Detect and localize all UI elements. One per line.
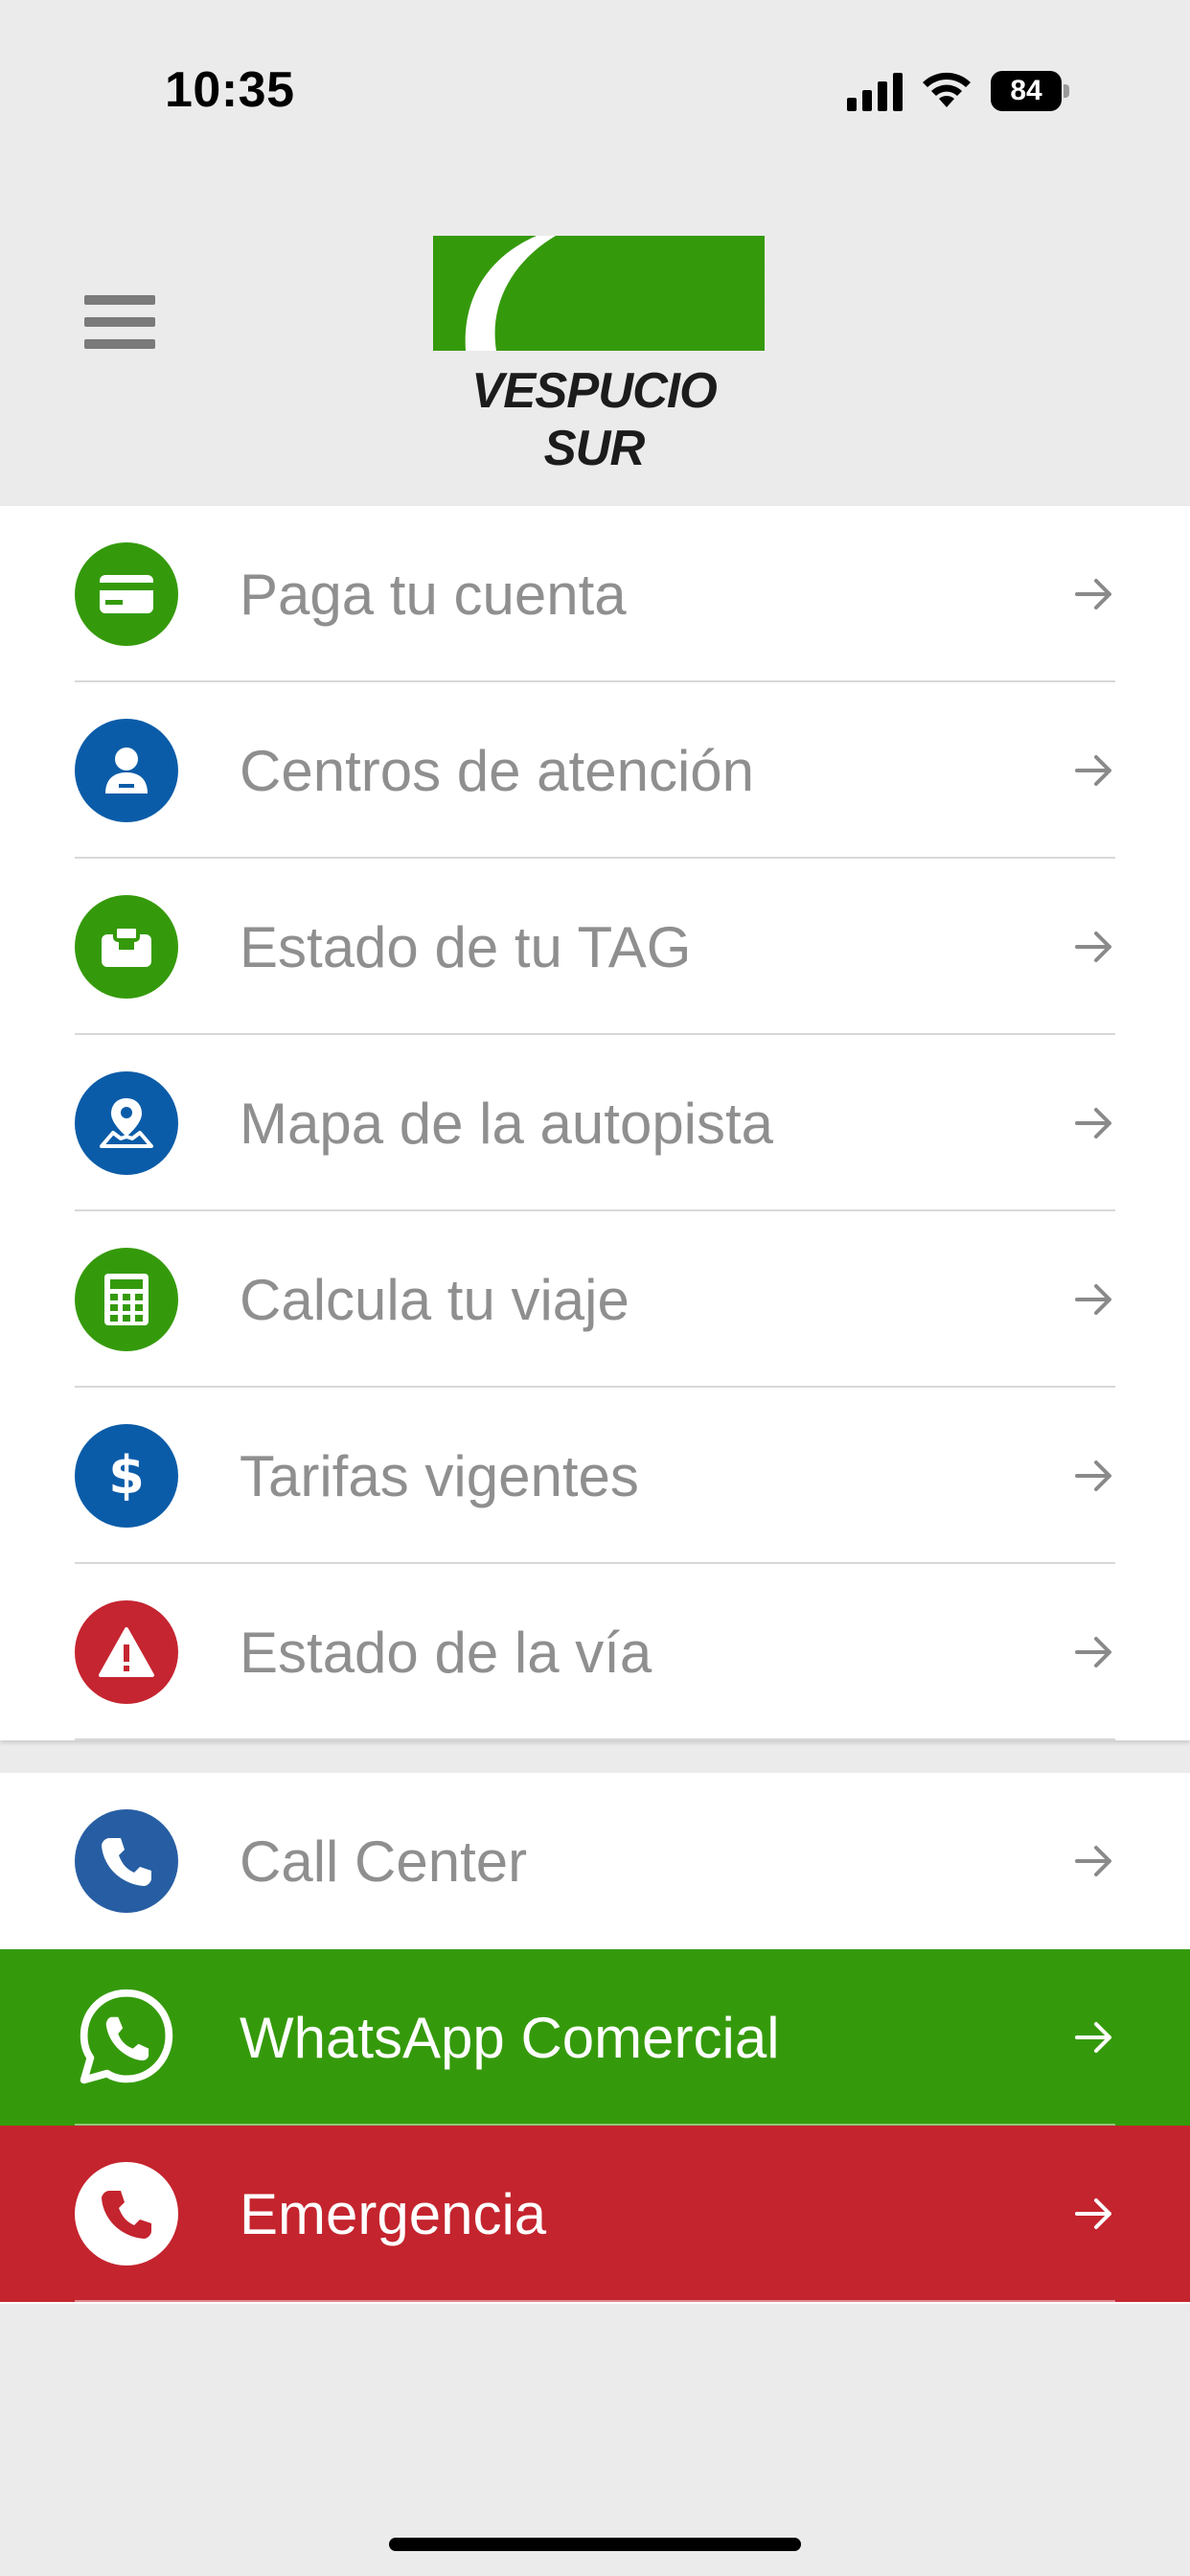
menu-item-label: Centros de atención <box>240 738 755 803</box>
contact-menu: Call Center WhatsApp Comercial Emergenci… <box>0 1773 1190 2304</box>
arrow-right-icon <box>1075 1108 1111 1138</box>
arrow-right-icon <box>1075 1284 1111 1315</box>
arrow-right-icon <box>1075 2022 1111 2053</box>
arrow-right-icon <box>1075 2198 1111 2229</box>
menu-item-label: Tarifas vigentes <box>240 1443 639 1508</box>
agent-icon <box>75 719 178 822</box>
vespucio-sur-logo: VESPUCIO SUR <box>412 236 776 476</box>
menu-item-label: Calcula tu viaje <box>240 1267 629 1332</box>
menu-item-label: Estado de la vía <box>240 1620 652 1685</box>
menu-item-label: WhatsApp Comercial <box>240 2005 780 2070</box>
hamburger-menu-icon[interactable] <box>84 295 155 349</box>
battery-indicator: 84 <box>991 71 1069 111</box>
tag-device-icon <box>75 895 178 999</box>
menu-item-whatsapp-comercial[interactable]: WhatsApp Comercial <box>0 1949 1190 2126</box>
menu-item-estado-de-tu-tag[interactable]: Estado de tu TAG <box>0 859 1190 1035</box>
calculator-icon <box>75 1248 178 1351</box>
status-bar: 10:35 84 <box>0 0 1190 182</box>
whatsapp-icon <box>75 1986 178 2089</box>
battery-level: 84 <box>991 71 1062 111</box>
credit-card-icon <box>75 542 178 646</box>
phone-icon <box>75 2162 178 2266</box>
menu-item-call-center[interactable]: Call Center <box>0 1773 1190 1949</box>
menu-item-label: Estado de tu TAG <box>240 914 692 979</box>
menu-item-tarifas-vigentes[interactable]: $ Tarifas vigentes <box>0 1388 1190 1564</box>
logo-text: VESPUCIO SUR <box>471 363 717 476</box>
phone-icon <box>75 1809 178 1913</box>
divider <box>75 1738 1115 1740</box>
menu-item-paga-tu-cuenta[interactable]: Paga tu cuenta <box>0 506 1190 682</box>
battery-cap <box>1064 84 1069 98</box>
menu-item-label: Emergencia <box>240 2181 547 2246</box>
menu-item-emergencia[interactable]: Emergencia <box>0 2126 1190 2302</box>
status-time: 10:35 <box>165 62 295 118</box>
menu-item-calcula-tu-viaje[interactable]: Calcula tu viaje <box>0 1211 1190 1388</box>
arrow-right-icon <box>1075 755 1111 786</box>
logo-mark-icon <box>433 236 765 351</box>
wifi-icon <box>923 72 971 107</box>
svg-text:$: $ <box>108 1447 145 1505</box>
home-indicator[interactable] <box>389 2538 801 2551</box>
warning-icon <box>75 1600 178 1704</box>
menu-item-label: Paga tu cuenta <box>240 562 627 627</box>
menu-item-centros-de-atencion[interactable]: Centros de atención <box>0 682 1190 859</box>
menu-item-label: Call Center <box>240 1828 528 1894</box>
arrow-right-icon <box>1075 579 1111 610</box>
app-header: VESPUCIO SUR <box>0 182 1190 506</box>
arrow-right-icon <box>1075 1460 1111 1491</box>
menu-item-estado-de-la-via[interactable]: Estado de la vía <box>0 1564 1190 1740</box>
menu-item-mapa-de-la-autopista[interactable]: Mapa de la autopista <box>0 1035 1190 1211</box>
cellular-signal-icon <box>847 73 903 111</box>
divider <box>75 2300 1115 2302</box>
main-menu: Paga tu cuenta Centros de atención Estad… <box>0 506 1190 1740</box>
arrow-right-icon <box>1075 1637 1111 1668</box>
arrow-right-icon <box>1075 1846 1111 1876</box>
dollar-icon: $ <box>75 1424 178 1528</box>
map-pin-icon <box>75 1071 178 1175</box>
arrow-right-icon <box>1075 932 1111 962</box>
menu-item-label: Mapa de la autopista <box>240 1091 774 1156</box>
